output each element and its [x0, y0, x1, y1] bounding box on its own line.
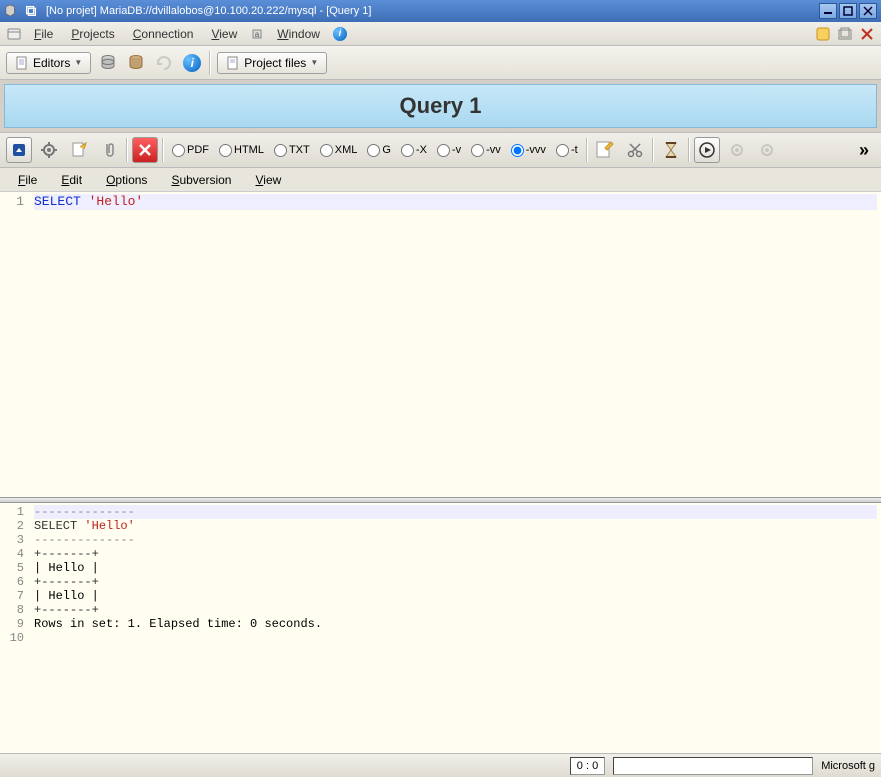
scissors-icon[interactable] [622, 137, 648, 163]
overflow-button[interactable]: » [859, 140, 869, 161]
menu-window[interactable]: Window [269, 25, 328, 43]
sql-editor[interactable]: 1 SELECT 'Hello' [0, 192, 881, 497]
output-gutter: 1 2 3 4 5 6 7 8 9 10 [0, 503, 30, 753]
editor-menubar: File Edit Options Subversion View [0, 168, 881, 192]
radio-t[interactable]: -t [552, 144, 582, 157]
app-icon [4, 4, 18, 18]
run-button[interactable] [694, 137, 720, 163]
restore-icon[interactable] [24, 4, 38, 18]
output-summary: Rows in set: 1. Elapsed time: 0 seconds. [34, 617, 322, 631]
radio-g[interactable]: G [363, 144, 395, 157]
sql-string: 'Hello' [89, 194, 144, 209]
sql-keyword: SELECT [34, 194, 81, 209]
editor-menu-view[interactable]: View [245, 171, 291, 189]
document-icon [15, 56, 29, 70]
output-content: --------------SELECT 'Hello'------------… [30, 503, 881, 753]
radio-pdf[interactable]: PDF [168, 144, 213, 157]
corner-menu-icon[interactable] [4, 24, 24, 44]
menu-right-icon2[interactable] [835, 24, 855, 44]
editors-dropdown[interactable]: Editors ▼ [6, 52, 91, 74]
editor-content[interactable]: SELECT 'Hello' [30, 192, 881, 497]
radio-v[interactable]: -v [433, 144, 465, 157]
radio-x[interactable]: -X [397, 144, 431, 157]
refresh-icon[interactable] [153, 52, 175, 74]
window-buttons [819, 3, 877, 19]
project-toolbar: Editors ▼ i Project files ▼ [0, 46, 881, 80]
edit-page-icon[interactable] [592, 137, 618, 163]
editor-gutter: 1 [0, 192, 30, 497]
toolbar-separator [652, 138, 654, 162]
gear-icon[interactable] [36, 137, 62, 163]
menu-view[interactable]: View [203, 25, 245, 43]
menu-right-icon1[interactable] [813, 24, 833, 44]
editor-menu-file[interactable]: File [8, 171, 47, 189]
editor-menu-edit[interactable]: Edit [51, 171, 92, 189]
maximize-button[interactable] [839, 3, 857, 19]
query-toolbar: PDF HTML TXT XML G -X -v -vv -vvv -t » [0, 132, 881, 168]
disconnect-icon[interactable] [125, 52, 147, 74]
query-title: Query 1 [4, 84, 877, 128]
stop-button[interactable] [132, 137, 158, 163]
close-button[interactable] [859, 3, 877, 19]
radio-xml[interactable]: XML [316, 144, 362, 157]
toolbar-separator [126, 138, 128, 162]
gear3-icon[interactable] [754, 137, 780, 163]
gear2-icon[interactable] [724, 137, 750, 163]
caret-down-icon: ▼ [310, 58, 318, 67]
svg-text:a: a [255, 30, 260, 39]
page-export-icon[interactable] [66, 137, 92, 163]
menu-right-close-icon[interactable] [857, 24, 877, 44]
status-input[interactable] [613, 757, 813, 775]
caret-down-icon: ▼ [74, 58, 82, 67]
toolbar-separator [162, 138, 164, 162]
radio-html[interactable]: HTML [215, 144, 268, 157]
menu-info-icon[interactable]: i [330, 24, 350, 44]
menu-small-icon[interactable]: a [247, 24, 267, 44]
menu-file[interactable]: File [26, 25, 61, 43]
toolbar-info-icon[interactable]: i [181, 52, 203, 74]
document-icon [226, 56, 240, 70]
home-button[interactable] [6, 137, 32, 163]
editors-label: Editors [33, 56, 70, 70]
export-format-radios: PDF HTML TXT XML G -X -v -vv -vvv -t [168, 144, 582, 157]
output-pane[interactable]: 1 2 3 4 5 6 7 8 9 10 --------------SELEC… [0, 503, 881, 753]
status-right-text: Microsoft g [821, 760, 875, 772]
paperclip-icon[interactable] [96, 137, 122, 163]
hourglass-icon[interactable] [658, 137, 684, 163]
window-titlebar: [No projet] MariaDB://dvillalobos@10.100… [0, 0, 881, 22]
project-files-label: Project files [244, 56, 306, 70]
editor-menu-options[interactable]: Options [96, 171, 157, 189]
database-icon[interactable] [97, 52, 119, 74]
status-bar: 0 : 0 Microsoft g [0, 753, 881, 777]
editor-menu-subversion[interactable]: Subversion [161, 171, 241, 189]
line-number: 1 [2, 194, 24, 210]
main-menubar: File Projects Connection View a Window i [0, 22, 881, 46]
menu-projects[interactable]: Projects [63, 25, 122, 43]
radio-vv[interactable]: -vv [467, 144, 505, 157]
cursor-position: 0 : 0 [570, 757, 605, 775]
radio-vvv[interactable]: -vvv [507, 144, 550, 157]
toolbar-separator [688, 138, 690, 162]
toolbar-separator [209, 51, 211, 75]
project-files-dropdown[interactable]: Project files ▼ [217, 52, 327, 74]
window-title: [No projet] MariaDB://dvillalobos@10.100… [46, 5, 819, 17]
menu-connection[interactable]: Connection [125, 25, 202, 43]
minimize-button[interactable] [819, 3, 837, 19]
radio-txt[interactable]: TXT [270, 144, 314, 157]
info-icon: i [333, 27, 347, 41]
toolbar-separator [586, 138, 588, 162]
